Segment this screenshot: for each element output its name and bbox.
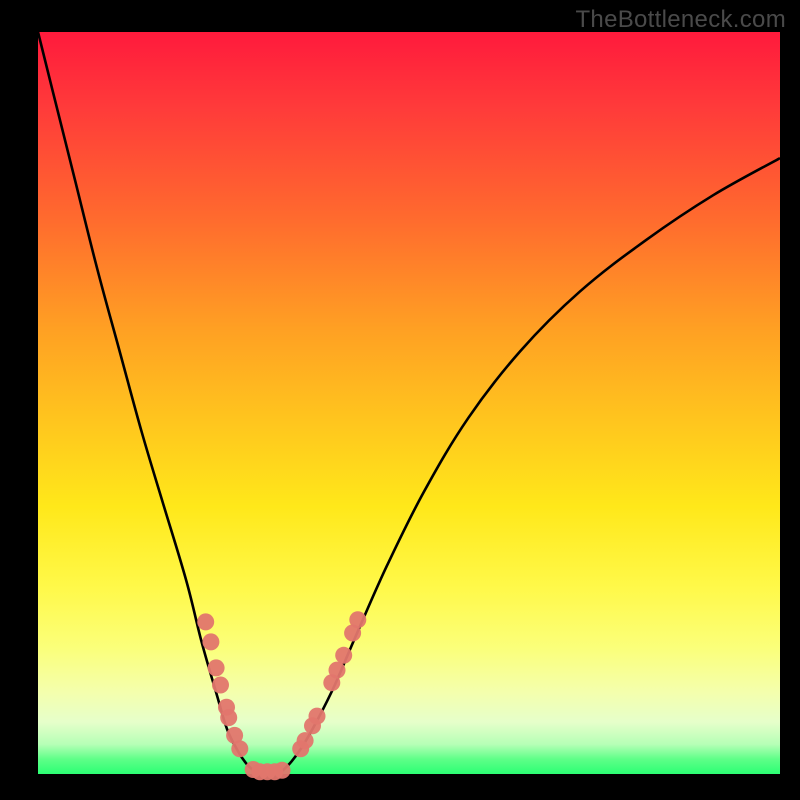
- watermark-text: TheBottleneck.com: [575, 6, 786, 34]
- gradient-plot-area: [38, 32, 780, 774]
